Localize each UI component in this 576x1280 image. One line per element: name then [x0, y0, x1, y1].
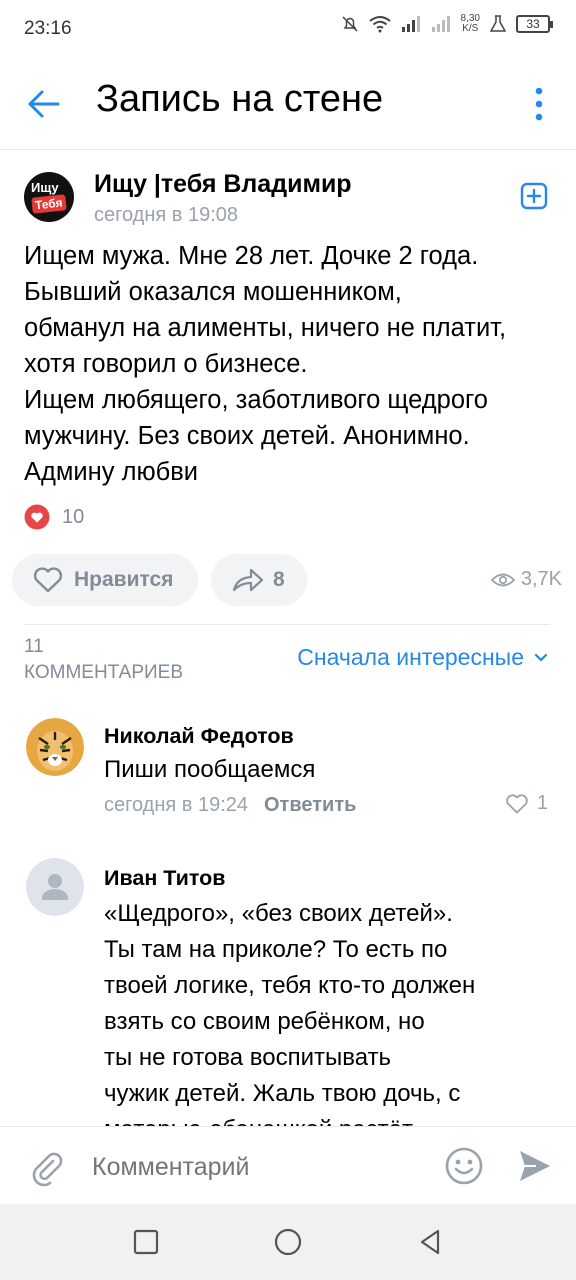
subscribe-plus-icon[interactable]	[520, 182, 548, 210]
reply-button[interactable]: Ответить	[264, 794, 356, 816]
comment-item: Николай Федотов Пиши пообщаемся сегодня …	[0, 714, 576, 824]
send-icon[interactable]	[516, 1147, 554, 1185]
comment-author[interactable]: Николай Федотов	[104, 724, 294, 749]
post-text-line: хотя говорил о бизнесе.	[24, 350, 308, 378]
comment-author[interactable]: Иван Титов	[104, 866, 225, 891]
signal-icon-1	[401, 16, 420, 32]
comments-count: 11 КОММЕНТАРИЕВ	[24, 636, 184, 683]
group-name[interactable]: Ищу |тебя Владимир	[94, 170, 352, 199]
home-icon[interactable]	[272, 1226, 304, 1258]
comment-text: «Щедрого», «без своих детей». Ты там на …	[104, 896, 475, 1126]
comment-text-line: Ты там на приколе? То есть по	[104, 936, 448, 963]
divider	[24, 624, 550, 625]
post-actions: Нравится 8 3,7K	[0, 552, 576, 608]
top-app-bar: Запись на стене	[0, 58, 576, 150]
avatar[interactable]	[26, 858, 84, 916]
comment-text-line: «Щедрого», «без своих детей».	[104, 900, 453, 927]
reaction-summary[interactable]: 10	[24, 504, 84, 530]
comment-input[interactable]	[92, 1147, 422, 1187]
status-time: 23:16	[24, 18, 72, 39]
heart-outline-icon	[506, 793, 528, 813]
mute-bell-icon	[342, 16, 358, 32]
comment-text: Пиши пообщаемся	[104, 752, 315, 788]
post-text: Ищем мужа. Мне 28 лет. Дочке 2 года. Быв…	[24, 238, 564, 490]
avatar[interactable]	[26, 718, 84, 776]
comment-like-count: 1	[536, 792, 548, 814]
smile-icon[interactable]	[444, 1146, 484, 1186]
chevron-down-icon	[534, 653, 548, 661]
arrow-left-icon[interactable]	[24, 84, 64, 124]
reaction-count: 10	[62, 505, 85, 528]
back-triangle-icon[interactable]	[414, 1226, 446, 1258]
more-vertical-icon[interactable]	[524, 82, 554, 126]
share-count: 8	[273, 568, 285, 591]
net-speed: 8,30 K/S	[460, 13, 480, 34]
post-text-line: Админу любви	[24, 458, 198, 486]
like-button[interactable]: Нравится	[12, 554, 198, 606]
eye-icon	[490, 573, 515, 586]
flask-icon	[490, 15, 506, 32]
post-text-line: обманул на алименты, ничего не платит,	[24, 314, 507, 342]
sort-label: Сначала интересные	[297, 644, 524, 670]
system-nav-bar	[0, 1204, 576, 1280]
post-time: сегодня в 19:08	[94, 204, 238, 226]
like-label: Нравится	[74, 568, 174, 591]
status-icons: 8,30 K/S 33	[341, 13, 553, 34]
comment-text-line: Пиши пообщаемся	[104, 756, 316, 783]
post-text-line: Бывший оказался мошенником,	[24, 278, 402, 306]
comment-text-line: ты не готова воспитывать	[104, 1044, 392, 1071]
paperclip-icon[interactable]	[26, 1147, 66, 1187]
avatar-text-2: Тебя	[31, 194, 67, 214]
heart-outline-icon	[33, 567, 63, 593]
comment-composer	[0, 1126, 576, 1204]
post-text-line: Ищем мужа. Мне 28 лет. Дочке 2 года.	[24, 242, 479, 270]
comment-item: Иван Титов «Щедрого», «без своих детей».…	[0, 854, 576, 1126]
views-count: 3,7K	[520, 568, 562, 590]
status-bar: 23:16 8,30 K/S 33	[0, 0, 576, 58]
comment-meta: сегодня в 19:24 Ответить	[104, 794, 356, 817]
comment-text-line: чужик детей. Жаль твою дочь, с	[104, 1080, 461, 1107]
comment-like-button[interactable]: 1	[505, 792, 548, 815]
wifi-icon	[368, 16, 391, 33]
recent-apps-icon[interactable]	[130, 1226, 162, 1258]
views-counter: 3,7K	[490, 568, 562, 591]
page-title: Запись на стене	[96, 78, 384, 120]
share-arrow-icon	[232, 568, 264, 592]
post-header: Ищу Тебя Ищу |тебя Владимир сегодня в 19…	[0, 150, 576, 238]
comment-time: сегодня в 19:24	[104, 794, 248, 816]
comment-text-line: твоей логике, тебя кто-то должен	[104, 972, 476, 999]
signal-icon-2	[431, 16, 450, 32]
share-button[interactable]: 8	[211, 554, 307, 606]
post-text-line: Ищем любящего, заботливого щедрого	[24, 386, 488, 414]
heart-reaction-icon	[24, 504, 50, 530]
group-avatar[interactable]: Ищу Тебя	[24, 172, 74, 222]
avatar-text-1: Ищу	[31, 180, 59, 195]
comment-text-line: взять со своим ребёнком, но	[104, 1008, 425, 1035]
comments-sort-select[interactable]: Сначала интересные	[297, 644, 548, 671]
comment-text-line: матерью-ебанашкой растёт	[104, 1112, 475, 1126]
battery-icon: 33	[516, 15, 553, 33]
post-text-line: мужчину. Без своих детей. Анонимно.	[24, 422, 470, 450]
